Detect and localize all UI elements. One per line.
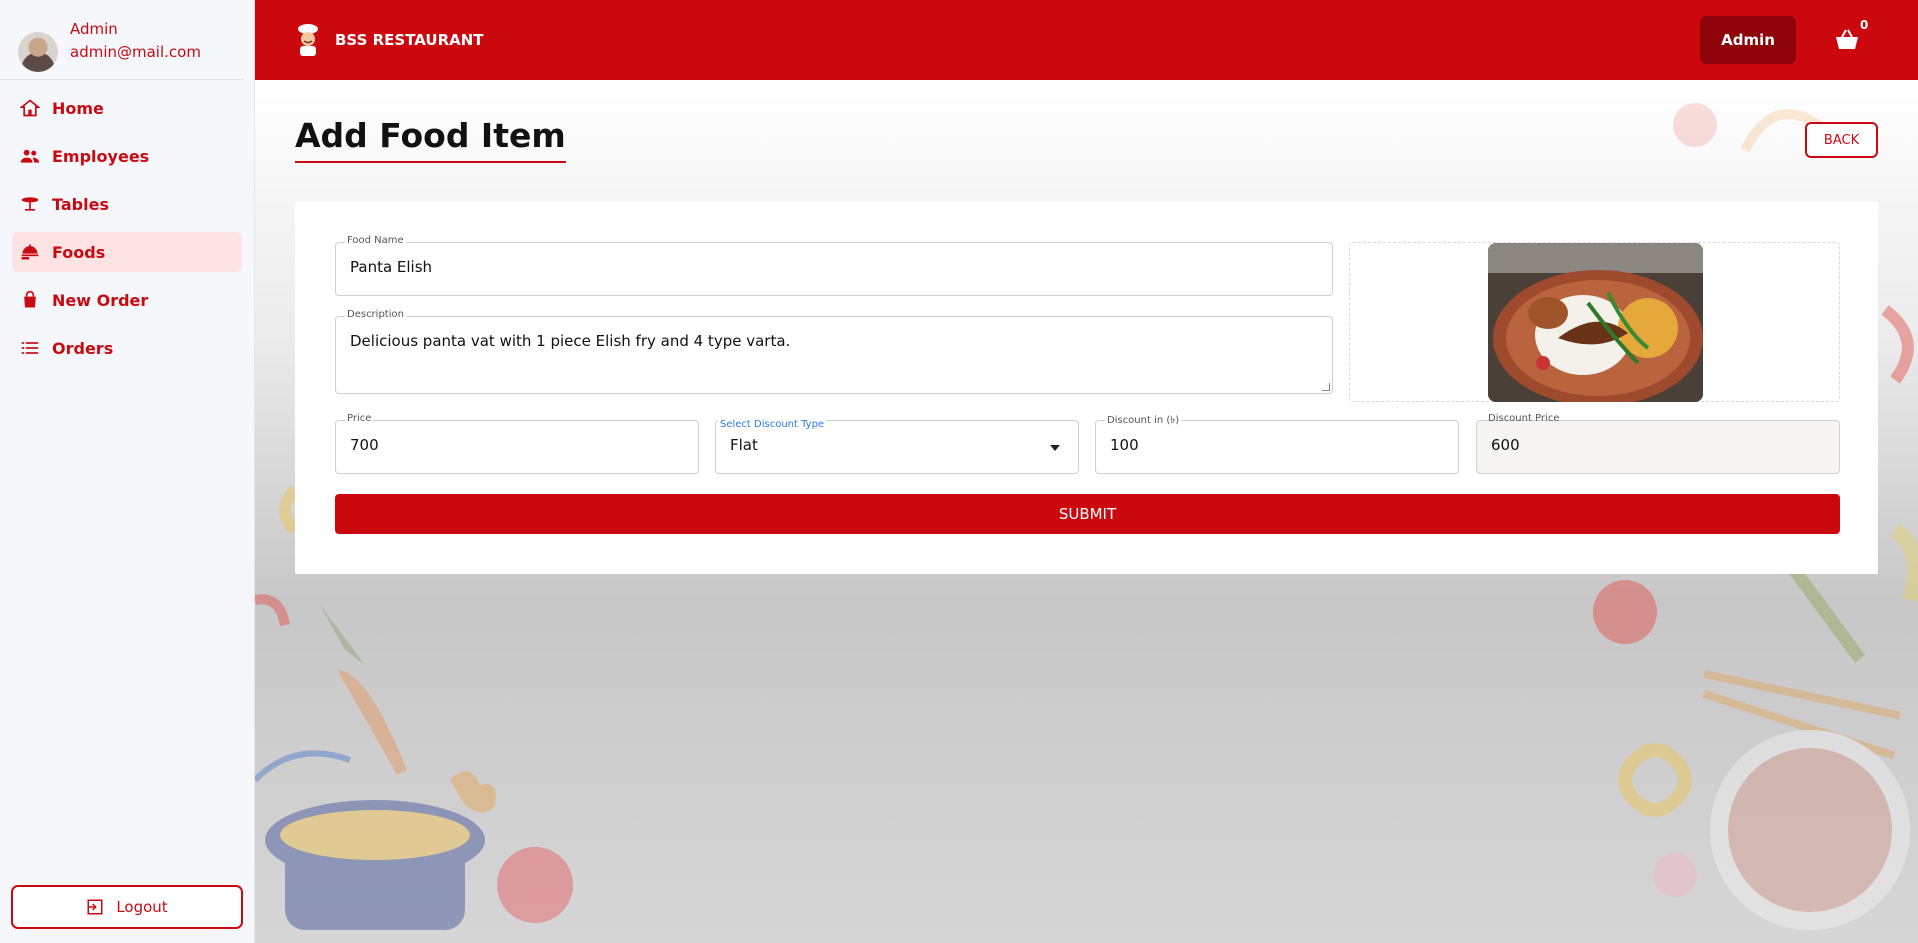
sidebar-item-tables[interactable]: Tables: [12, 184, 242, 224]
price-field[interactable]: Price 700: [335, 413, 699, 474]
sidebar-item-label: Tables: [52, 194, 109, 214]
home-icon: [20, 99, 40, 117]
resize-handle[interactable]: [1322, 383, 1330, 391]
description-label: Description: [345, 309, 406, 320]
sidebar-item-label: Employees: [52, 146, 150, 166]
sidebar-item-label: Orders: [52, 338, 114, 358]
sidebar-item-orders[interactable]: Orders: [12, 328, 242, 368]
discount-price-label: Discount Price: [1488, 413, 1560, 424]
submit-button[interactable]: SUBMIT: [335, 494, 1840, 534]
avatar: [18, 31, 58, 72]
main-content: Add Food Item BACK Food Name Panta Elish…: [255, 80, 1918, 943]
sidebar-nav: Home Employees Tables Foods New Order Or…: [0, 88, 254, 368]
discount-type-label: Select Discount Type: [718, 419, 827, 430]
food-icon: [21, 244, 39, 260]
sidebar-item-label: New Order: [52, 290, 149, 310]
sidebar-item-foods[interactable]: Foods: [12, 232, 242, 272]
bag-icon: [24, 290, 36, 308]
price-label: Price: [345, 413, 374, 424]
basket-icon: [1836, 29, 1858, 49]
cart-button[interactable]: 0: [1835, 18, 1871, 58]
sidebar: Admin admin@mail.com Home Employees Tabl…: [0, 0, 255, 943]
chef-logo-icon: [298, 24, 318, 56]
discount-label: Discount in (৳): [1105, 413, 1182, 430]
logout-button[interactable]: Logout: [11, 885, 243, 929]
add-food-form: Food Name Panta Elish Description Delici…: [295, 202, 1878, 574]
price-value: 700: [350, 436, 379, 454]
discount-price-value: 600: [1491, 436, 1520, 454]
food-image: [1488, 243, 1703, 402]
user-name: Admin: [70, 19, 118, 38]
brand-name: BSS RESTAURANT: [335, 31, 484, 49]
discount-value: 100: [1110, 436, 1139, 454]
discount-price-field: Discount Price 600: [1476, 413, 1840, 474]
users-icon: [20, 149, 40, 163]
discount-type-value: Flat: [730, 436, 758, 454]
food-name-label: Food Name: [345, 235, 406, 246]
sidebar-item-label: Foods: [52, 242, 106, 262]
back-button[interactable]: BACK: [1805, 122, 1878, 158]
discount-field[interactable]: Discount in (৳) 100: [1095, 413, 1459, 474]
table-icon: [21, 197, 39, 211]
food-name-field[interactable]: Food Name Panta Elish: [335, 235, 1333, 296]
food-name-value: Panta Elish: [350, 258, 433, 276]
sidebar-item-label: Home: [52, 98, 104, 118]
user-profile: Admin admin@mail.com: [0, 0, 244, 80]
user-email: admin@mail.com: [70, 42, 201, 61]
food-photo: [1488, 243, 1703, 402]
sidebar-item-employees[interactable]: Employees: [12, 136, 242, 176]
admin-button[interactable]: Admin: [1700, 16, 1796, 64]
chevron-down-icon: [1050, 445, 1060, 451]
logout-icon: [87, 899, 103, 915]
discount-type-select[interactable]: Select Discount Type Flat: [715, 419, 1079, 474]
image-upload-area[interactable]: [1349, 242, 1840, 402]
list-icon: [21, 342, 39, 354]
sidebar-item-new-order[interactable]: New Order: [12, 280, 242, 320]
description-value: Delicious panta vat with 1 piece Elish f…: [350, 332, 791, 350]
top-bar: BSS RESTAURANT Admin 0: [255, 0, 1918, 80]
brand[interactable]: BSS RESTAURANT: [295, 23, 484, 57]
sidebar-item-home[interactable]: Home: [12, 88, 242, 128]
description-field[interactable]: Description Delicious panta vat with 1 p…: [335, 309, 1333, 394]
page-title: Add Food Item: [295, 116, 566, 163]
cart-count: 0: [1860, 18, 1869, 32]
